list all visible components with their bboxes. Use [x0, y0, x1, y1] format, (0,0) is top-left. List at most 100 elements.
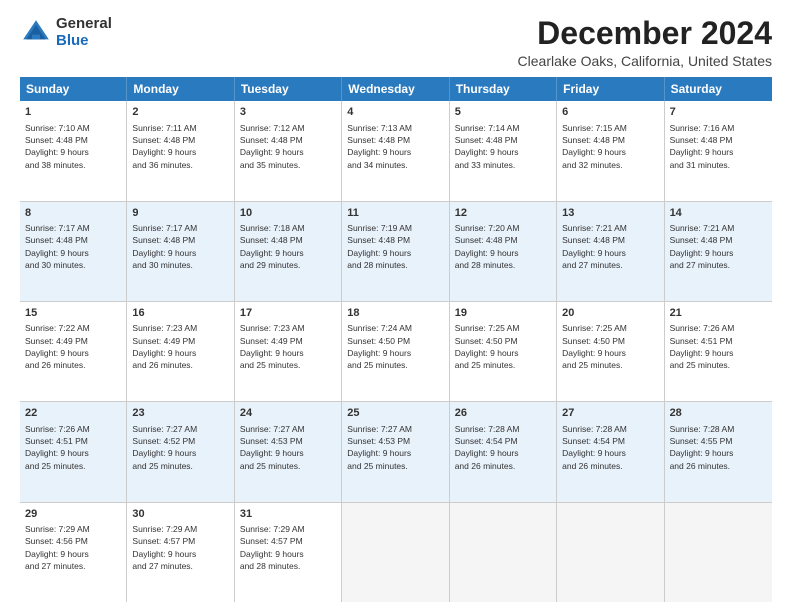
cell-w1-d0: 1Sunrise: 7:10 AM Sunset: 4:48 PM Daylig…: [20, 101, 127, 200]
cell-w1-d4: 5Sunrise: 7:14 AM Sunset: 4:48 PM Daylig…: [450, 101, 557, 200]
logo-icon: [20, 17, 52, 49]
day-info: Sunrise: 7:17 AM Sunset: 4:48 PM Dayligh…: [132, 222, 228, 271]
day-info: Sunrise: 7:25 AM Sunset: 4:50 PM Dayligh…: [455, 322, 551, 371]
day-info: Sunrise: 7:18 AM Sunset: 4:48 PM Dayligh…: [240, 222, 336, 271]
cell-w5-d6: [665, 503, 772, 602]
cell-w2-d3: 11Sunrise: 7:19 AM Sunset: 4:48 PM Dayli…: [342, 202, 449, 301]
cell-w3-d1: 16Sunrise: 7:23 AM Sunset: 4:49 PM Dayli…: [127, 302, 234, 401]
day-number: 25: [347, 406, 443, 421]
cell-w3-d4: 19Sunrise: 7:25 AM Sunset: 4:50 PM Dayli…: [450, 302, 557, 401]
day-info: Sunrise: 7:28 AM Sunset: 4:55 PM Dayligh…: [670, 423, 767, 472]
day-info: Sunrise: 7:19 AM Sunset: 4:48 PM Dayligh…: [347, 222, 443, 271]
cell-w5-d0: 29Sunrise: 7:29 AM Sunset: 4:56 PM Dayli…: [20, 503, 127, 602]
cell-w1-d6: 7 Sunrise: 7:16 AM Sunset: 4:48 PM Daylig…: [665, 101, 772, 200]
day-number: 22: [25, 406, 121, 421]
page: General Blue December 2024 Clearlake Oak…: [0, 0, 792, 612]
day-number: 14: [670, 206, 767, 221]
day-number: 20: [562, 306, 658, 321]
week-row-4: 22Sunrise: 7:26 AM Sunset: 4:51 PM Dayli…: [20, 402, 772, 502]
header-tuesday: Tuesday: [235, 77, 342, 101]
cell-w2-d4: 12Sunrise: 7:20 AM Sunset: 4:48 PM Dayli…: [450, 202, 557, 301]
cell-w1-d2: 3 Sunrise: 7:12 AM Sunset: 4:48 PM Daylig…: [235, 101, 342, 200]
day-info: Sunrise: 7:23 AM Sunset: 4:49 PM Dayligh…: [240, 322, 336, 371]
cell-w5-d1: 30Sunrise: 7:29 AM Sunset: 4:57 PM Dayli…: [127, 503, 234, 602]
day-info: Sunrise: 7:17 AM Sunset: 4:48 PM Dayligh…: [25, 222, 121, 271]
cell-w3-d5: 20Sunrise: 7:25 AM Sunset: 4:50 PM Dayli…: [557, 302, 664, 401]
day-info: Sunrise: 7:28 AM Sunset: 4:54 PM Dayligh…: [455, 423, 551, 472]
day-number: 27: [562, 406, 658, 421]
cell-w3-d0: 15Sunrise: 7:22 AM Sunset: 4:49 PM Dayli…: [20, 302, 127, 401]
day-info: Sunrise: 7:12 AM Sunset: 4:48 PM Dayligh…: [240, 122, 336, 171]
day-info: Sunrise: 7:11 AM Sunset: 4:48 PM Dayligh…: [132, 122, 228, 171]
cell-w4-d6: 28 Sunrise: 7:28 AM Sunset: 4:55 PM Dayli…: [665, 402, 772, 501]
week-row-3: 15Sunrise: 7:22 AM Sunset: 4:49 PM Dayli…: [20, 302, 772, 402]
day-number: 12: [455, 206, 551, 221]
cell-w4-d4: 26 Sunrise: 7:28 AM Sunset: 4:54 PM Dayli…: [450, 402, 557, 501]
day-info: Sunrise: 7:29 AM Sunset: 4:57 PM Dayligh…: [240, 523, 336, 572]
day-number: 16: [132, 306, 228, 321]
cell-w1-d3: 4Sunrise: 7:13 AM Sunset: 4:48 PM Daylig…: [342, 101, 449, 200]
day-number: 7: [670, 105, 767, 120]
day-info: Sunrise: 7:29 AM Sunset: 4:57 PM Dayligh…: [132, 523, 228, 572]
day-number: 26: [455, 406, 551, 421]
cell-w4-d0: 22Sunrise: 7:26 AM Sunset: 4:51 PM Dayli…: [20, 402, 127, 501]
cell-w1-d5: 6 Sunrise: 7:15 AM Sunset: 4:48 PM Daylig…: [557, 101, 664, 200]
day-number: 10: [240, 206, 336, 221]
cell-w4-d3: 25Sunrise: 7:27 AM Sunset: 4:53 PM Dayli…: [342, 402, 449, 501]
month-title: December 2024: [518, 16, 772, 51]
day-number: 6: [562, 105, 658, 120]
header-saturday: Saturday: [665, 77, 772, 101]
day-info: Sunrise: 7:13 AM Sunset: 4:48 PM Dayligh…: [347, 122, 443, 171]
day-info: Sunrise: 7:23 AM Sunset: 4:49 PM Dayligh…: [132, 322, 228, 371]
cell-w3-d6: 21Sunrise: 7:26 AM Sunset: 4:51 PM Dayli…: [665, 302, 772, 401]
day-info: Sunrise: 7:21 AM Sunset: 4:48 PM Dayligh…: [670, 222, 767, 271]
cell-w4-d1: 23 Sunrise: 7:27 AM Sunset: 4:52 PM Dayli…: [127, 402, 234, 501]
day-info: Sunrise: 7:26 AM Sunset: 4:51 PM Dayligh…: [670, 322, 767, 371]
day-info: Sunrise: 7:20 AM Sunset: 4:48 PM Dayligh…: [455, 222, 551, 271]
day-number: 15: [25, 306, 121, 321]
day-number: 8: [25, 206, 121, 221]
header-friday: Friday: [557, 77, 664, 101]
cell-w5-d3: [342, 503, 449, 602]
header-sunday: Sunday: [20, 77, 127, 101]
day-number: 30: [132, 507, 228, 522]
title-block: December 2024 Clearlake Oaks, California…: [518, 16, 772, 69]
logo-general-text: General: [56, 16, 112, 33]
day-info: Sunrise: 7:28 AM Sunset: 4:54 PM Dayligh…: [562, 423, 658, 472]
day-number: 23: [132, 406, 228, 421]
week-row-2: 8Sunrise: 7:17 AM Sunset: 4:48 PM Daylig…: [20, 202, 772, 302]
header: General Blue December 2024 Clearlake Oak…: [20, 16, 772, 69]
day-info: Sunrise: 7:24 AM Sunset: 4:50 PM Dayligh…: [347, 322, 443, 371]
day-number: 13: [562, 206, 658, 221]
day-info: Sunrise: 7:16 AM Sunset: 4:48 PM Dayligh…: [670, 122, 767, 171]
day-info: Sunrise: 7:15 AM Sunset: 4:48 PM Dayligh…: [562, 122, 658, 171]
cell-w2-d2: 10Sunrise: 7:18 AM Sunset: 4:48 PM Dayli…: [235, 202, 342, 301]
day-number: 24: [240, 406, 336, 421]
day-number: 28: [670, 406, 767, 421]
day-number: 11: [347, 206, 443, 221]
day-info: Sunrise: 7:10 AM Sunset: 4:48 PM Dayligh…: [25, 122, 121, 171]
location: Clearlake Oaks, California, United State…: [518, 53, 772, 69]
cell-w2-d6: 14Sunrise: 7:21 AM Sunset: 4:48 PM Dayli…: [665, 202, 772, 301]
cell-w3-d2: 17Sunrise: 7:23 AM Sunset: 4:49 PM Dayli…: [235, 302, 342, 401]
week-row-5: 29Sunrise: 7:29 AM Sunset: 4:56 PM Dayli…: [20, 503, 772, 602]
cell-w1-d1: 2 Sunrise: 7:11 AM Sunset: 4:48 PM Daylig…: [127, 101, 234, 200]
header-thursday: Thursday: [450, 77, 557, 101]
logo: General Blue: [20, 16, 112, 49]
cell-w5-d4: [450, 503, 557, 602]
cell-w5-d2: 31Sunrise: 7:29 AM Sunset: 4:57 PM Dayli…: [235, 503, 342, 602]
calendar-header: Sunday Monday Tuesday Wednesday Thursday…: [20, 77, 772, 101]
day-number: 3: [240, 105, 336, 120]
calendar-body: 1Sunrise: 7:10 AM Sunset: 4:48 PM Daylig…: [20, 101, 772, 602]
cell-w2-d1: 9Sunrise: 7:17 AM Sunset: 4:48 PM Daylig…: [127, 202, 234, 301]
logo-blue-text: Blue: [56, 33, 112, 50]
day-number: 2: [132, 105, 228, 120]
cell-w5-d5: [557, 503, 664, 602]
calendar: Sunday Monday Tuesday Wednesday Thursday…: [20, 77, 772, 602]
day-number: 5: [455, 105, 551, 120]
day-number: 17: [240, 306, 336, 321]
day-info: Sunrise: 7:22 AM Sunset: 4:49 PM Dayligh…: [25, 322, 121, 371]
day-info: Sunrise: 7:27 AM Sunset: 4:52 PM Dayligh…: [132, 423, 228, 472]
day-number: 9: [132, 206, 228, 221]
day-number: 18: [347, 306, 443, 321]
